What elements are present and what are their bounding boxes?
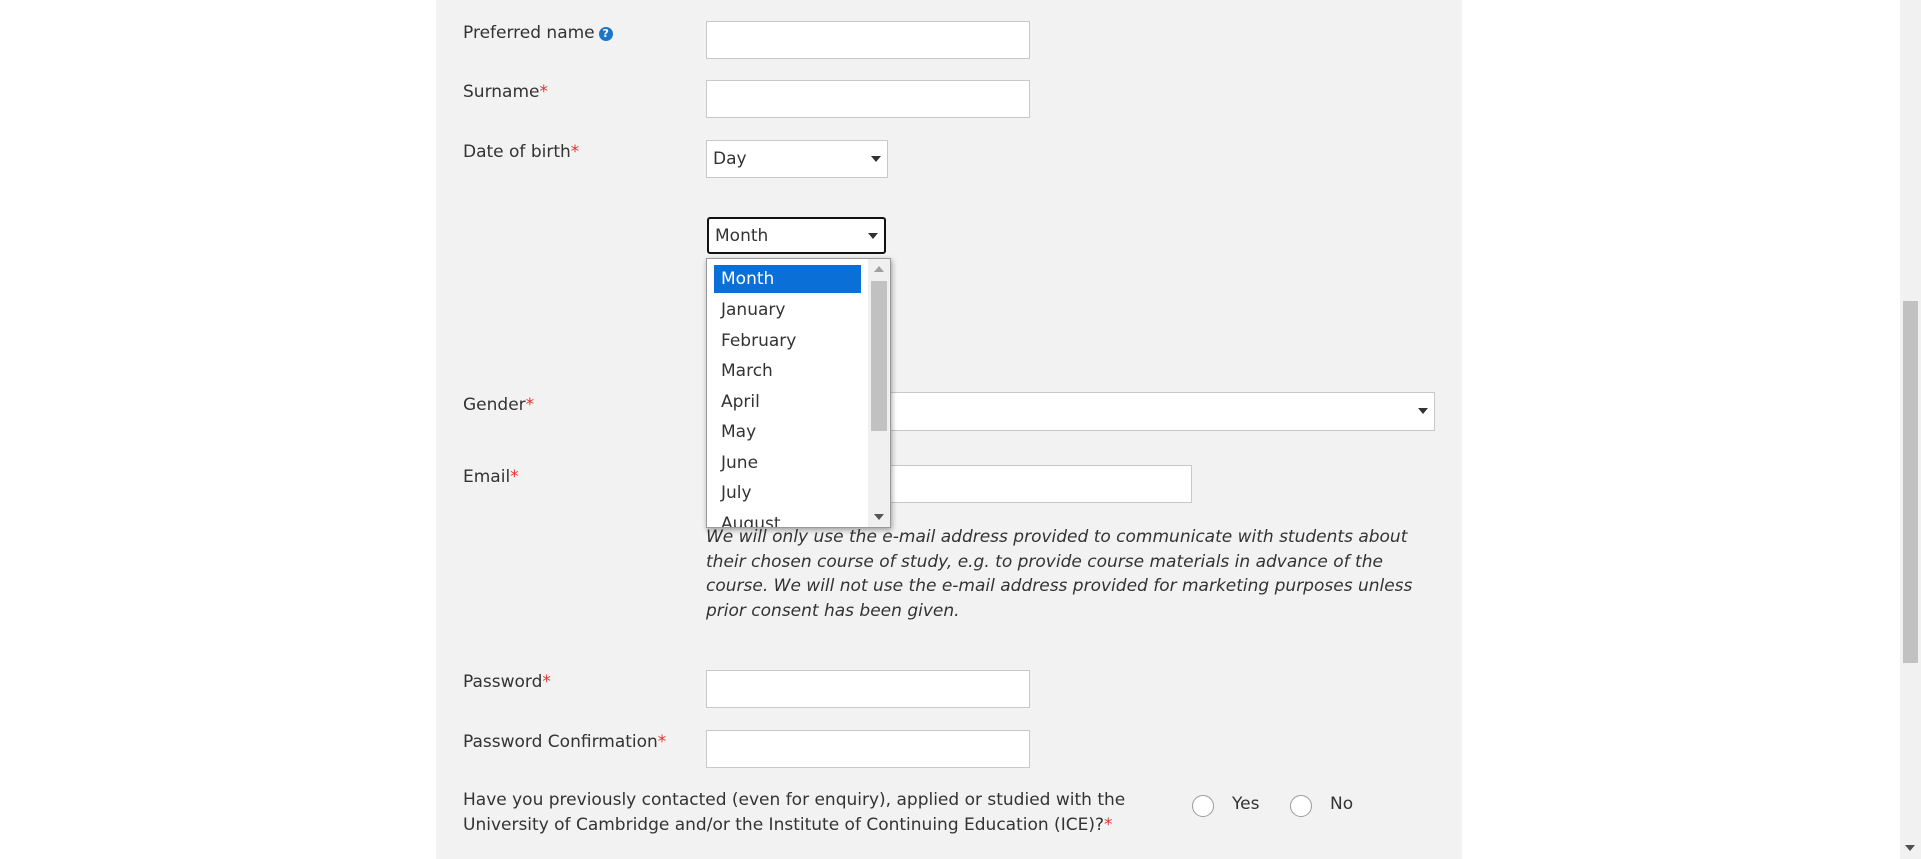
preferred-name-label: Preferred name? <box>463 23 613 43</box>
password-confirmation-label: Password Confirmation* <box>463 732 667 752</box>
month-option[interactable]: June <box>714 448 861 479</box>
required-marker: * <box>525 395 535 415</box>
surname-input[interactable] <box>706 80 1030 118</box>
preferred-name-input[interactable] <box>706 21 1030 59</box>
required-marker: * <box>657 732 667 752</box>
month-option[interactable]: Month <box>714 265 861 293</box>
previous-contact-no-radio[interactable] <box>1290 795 1312 817</box>
month-option[interactable]: January <box>714 295 861 326</box>
dob-day-select[interactable]: Day <box>706 140 888 178</box>
chevron-down-icon <box>868 233 878 239</box>
month-option[interactable]: July <box>714 478 861 509</box>
previous-contact-yes-label[interactable]: Yes <box>1232 794 1259 814</box>
gender-label: Gender* <box>463 395 535 415</box>
password-label: Password* <box>463 672 551 692</box>
surname-label: Surname* <box>463 82 548 102</box>
page-scrollbar[interactable] <box>1900 0 1921 859</box>
month-option[interactable]: April <box>714 387 861 418</box>
email-privacy-note: We will only use the e-mail address prov… <box>706 527 1413 621</box>
dropdown-scroll-thumb[interactable] <box>871 281 887 431</box>
month-options: Month January February March April May June Jul… <box>714 265 861 528</box>
month-option[interactable]: August <box>714 509 861 528</box>
password-confirmation-input[interactable] <box>706 730 1030 768</box>
month-option[interactable]: May <box>714 417 861 448</box>
question-circle-icon[interactable]: ? <box>598 27 613 41</box>
month-option[interactable]: March <box>714 356 861 387</box>
chevron-down-icon <box>871 156 881 162</box>
month-option[interactable]: February <box>714 326 861 357</box>
required-marker: * <box>510 467 519 487</box>
dob-label: Date of birth* <box>463 142 580 162</box>
scroll-down-icon[interactable] <box>1905 845 1915 851</box>
chevron-down-icon <box>1418 408 1428 414</box>
scroll-down-icon[interactable] <box>874 514 884 520</box>
required-marker: * <box>539 82 548 102</box>
scroll-up-icon[interactable] <box>874 266 884 272</box>
previous-contact-question: Have you previously contacted (even for … <box>463 790 1126 835</box>
dropdown-scrollbar[interactable] <box>868 259 890 527</box>
required-marker: * <box>1103 814 1113 835</box>
previous-contact-yes-radio[interactable] <box>1192 795 1214 817</box>
email-label: Email* <box>463 467 519 487</box>
dob-month-select[interactable]: Month <box>707 217 886 254</box>
month-dropdown-list[interactable]: Month January February March April May June Jul… <box>706 258 891 528</box>
password-input[interactable] <box>706 670 1030 708</box>
page-scroll-thumb[interactable] <box>1903 301 1918 663</box>
required-marker: * <box>542 672 551 692</box>
previous-contact-no-label[interactable]: No <box>1330 794 1353 814</box>
required-marker: * <box>570 142 580 162</box>
